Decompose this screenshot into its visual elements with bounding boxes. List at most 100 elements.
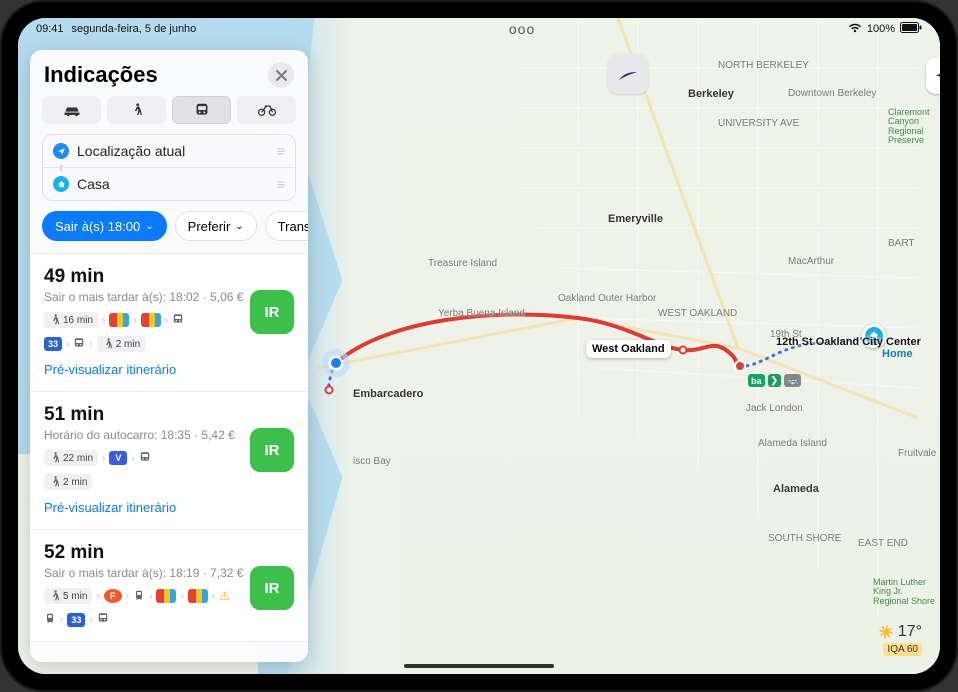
- bus-line-badge: 33: [44, 337, 62, 351]
- close-button[interactable]: [268, 62, 294, 88]
- map-label: UNIVERSITY AVE: [718, 118, 799, 129]
- line-v-badge: V: [109, 451, 127, 465]
- chevron-down-icon: ⌄: [235, 221, 243, 232]
- mode-tab-cycle[interactable]: [237, 96, 296, 124]
- transport-mode-tabs: [30, 96, 308, 134]
- bus-icon: [139, 451, 151, 466]
- status-date: segunda-feira, 5 de junho: [72, 23, 197, 35]
- status-time: 09:41: [36, 23, 64, 35]
- route-results-list[interactable]: 49 minSair o mais tardar à(s): 18:02 · 5…: [30, 253, 308, 662]
- map-label: Berkeley: [688, 88, 734, 100]
- walk-segment: 5 min: [44, 588, 92, 604]
- tram-icon: [133, 589, 145, 604]
- route-card[interactable]: 51 minHorário do autocarro: 18:35 · 5,42…: [30, 392, 308, 530]
- route-steps-line-2: › 33 ›: [44, 612, 294, 627]
- wifi-icon: [848, 23, 862, 36]
- route-duration: 51 min: [44, 404, 294, 426]
- bart-line-badge: [188, 589, 208, 603]
- bus-icon: [97, 612, 109, 627]
- bart-line-badge: [156, 589, 176, 603]
- origin-row[interactable]: Localização atual ≡: [43, 135, 295, 167]
- bus-icon: [172, 313, 184, 328]
- chevron-right-icon: ›: [131, 453, 134, 464]
- mode-tab-walk[interactable]: [107, 96, 166, 124]
- mode-tab-transit[interactable]: [172, 96, 231, 124]
- chevron-right-icon: ›: [149, 591, 152, 602]
- walk-segment: 22 min: [44, 450, 98, 466]
- go-button[interactable]: IR: [250, 428, 294, 472]
- map-label: 19th St: [770, 329, 802, 340]
- chevron-right-icon: ›: [89, 614, 92, 625]
- map-label: BART: [888, 238, 915, 249]
- map-label: Claremont Canyon Regional Preserve: [888, 108, 940, 146]
- walk-segment: 2 min: [44, 474, 92, 490]
- walk-segment: 2 min: [97, 336, 145, 352]
- map-label: NORTH BERKELEY: [718, 60, 809, 71]
- map-label: Downtown Berkeley: [788, 88, 876, 99]
- callout-west-oakland[interactable]: West Oakland: [586, 340, 671, 358]
- preview-route-link[interactable]: Pré-visualizar itinerário: [44, 362, 294, 377]
- map-label: Martin Luther King Jr. Regional Shore: [873, 578, 940, 606]
- bus-icon: [73, 337, 85, 352]
- map-label: Alameda: [773, 483, 819, 495]
- route-steps-line-2: 2 min: [44, 474, 294, 490]
- map-label: WEST OAKLAND: [658, 308, 737, 319]
- map-label: Yerba Buena Island: [438, 308, 525, 319]
- tram-icon: [44, 612, 56, 627]
- temperature-value: 17°: [898, 623, 922, 641]
- go-button[interactable]: IR: [250, 566, 294, 610]
- go-button[interactable]: IR: [250, 290, 294, 334]
- map-label: EAST END: [858, 538, 908, 549]
- chevron-right-icon: ›: [126, 591, 129, 602]
- bart-line-badge: [109, 313, 129, 327]
- reorder-handle-icon[interactable]: ≡: [277, 176, 285, 192]
- transit-card-pill[interactable]: Transit Card: [265, 211, 308, 241]
- route-card[interactable]: 49 minSair o mais tardar à(s): 18:02 · 5…: [30, 254, 308, 392]
- map-label: Embarcadero: [353, 388, 423, 400]
- bus-line-badge: 33: [67, 613, 85, 627]
- bart-line-badge: [141, 313, 161, 327]
- map-label: MacArthur: [788, 256, 834, 267]
- chevron-right-icon: ›: [212, 591, 215, 602]
- chevron-right-icon: ›: [96, 591, 99, 602]
- chevron-right-icon: ›: [133, 315, 136, 326]
- chevron-right-icon: ›: [66, 339, 69, 350]
- map-label: SOUTH SHORE: [768, 533, 841, 544]
- route-steps-line-2: 33 › › 2 min: [44, 336, 294, 352]
- transit-brand-chip[interactable]: [608, 54, 648, 94]
- chevron-right-icon: ›: [180, 591, 183, 602]
- home-icon: [53, 176, 69, 192]
- route-options-row: Sair à(s) 18:00⌄ Preferir⌄ Transit Card: [30, 201, 308, 253]
- location-dot-icon: [53, 143, 69, 159]
- map-label: Emeryville: [608, 213, 663, 225]
- chevron-right-icon: ›: [60, 614, 63, 625]
- route-duration: 52 min: [44, 542, 294, 564]
- mode-tab-drive[interactable]: [42, 96, 101, 124]
- weather-widget[interactable]: ☀️ 17° IQA 60: [879, 623, 922, 656]
- chevron-right-icon: ›: [165, 315, 168, 326]
- chevron-down-icon: ⌄: [145, 221, 153, 232]
- chevron-right-icon: ›: [89, 339, 92, 350]
- route-card[interactable]: 52 minSair o mais tardar à(s): 18:19 · 7…: [30, 530, 308, 642]
- multitask-indicator: ooo: [196, 21, 848, 37]
- chevron-right-icon: ›: [102, 453, 105, 464]
- map-label: Fruitvale: [898, 448, 936, 459]
- destination-row[interactable]: Casa ≡: [43, 167, 295, 200]
- destination-label: Casa: [77, 176, 269, 192]
- map-label: Treasure Island: [428, 258, 497, 269]
- aqi-badge: IQA 60: [883, 643, 922, 656]
- preview-route-link[interactable]: Pré-visualizar itinerário: [44, 500, 294, 515]
- reorder-handle-icon[interactable]: ≡: [277, 143, 285, 159]
- depart-time-pill[interactable]: Sair à(s) 18:00⌄: [42, 211, 167, 241]
- route-endpoints: Localização atual ≡ Casa ≡: [42, 134, 296, 201]
- status-bar: 09:41 segunda-feira, 5 de junho ooo 100%: [18, 18, 940, 40]
- locate-me-button[interactable]: [926, 58, 940, 94]
- prefer-pill[interactable]: Preferir⌄: [175, 211, 257, 241]
- battery-text: 100%: [867, 23, 895, 35]
- warning-icon: ⚠︎: [219, 589, 230, 603]
- map-label: Oakland Outer Harbor: [558, 293, 656, 304]
- walk-segment: 16 min: [44, 312, 98, 328]
- home-indicator[interactable]: [404, 664, 554, 668]
- route-duration: 49 min: [44, 266, 294, 288]
- panel-title: Indicações: [44, 62, 158, 88]
